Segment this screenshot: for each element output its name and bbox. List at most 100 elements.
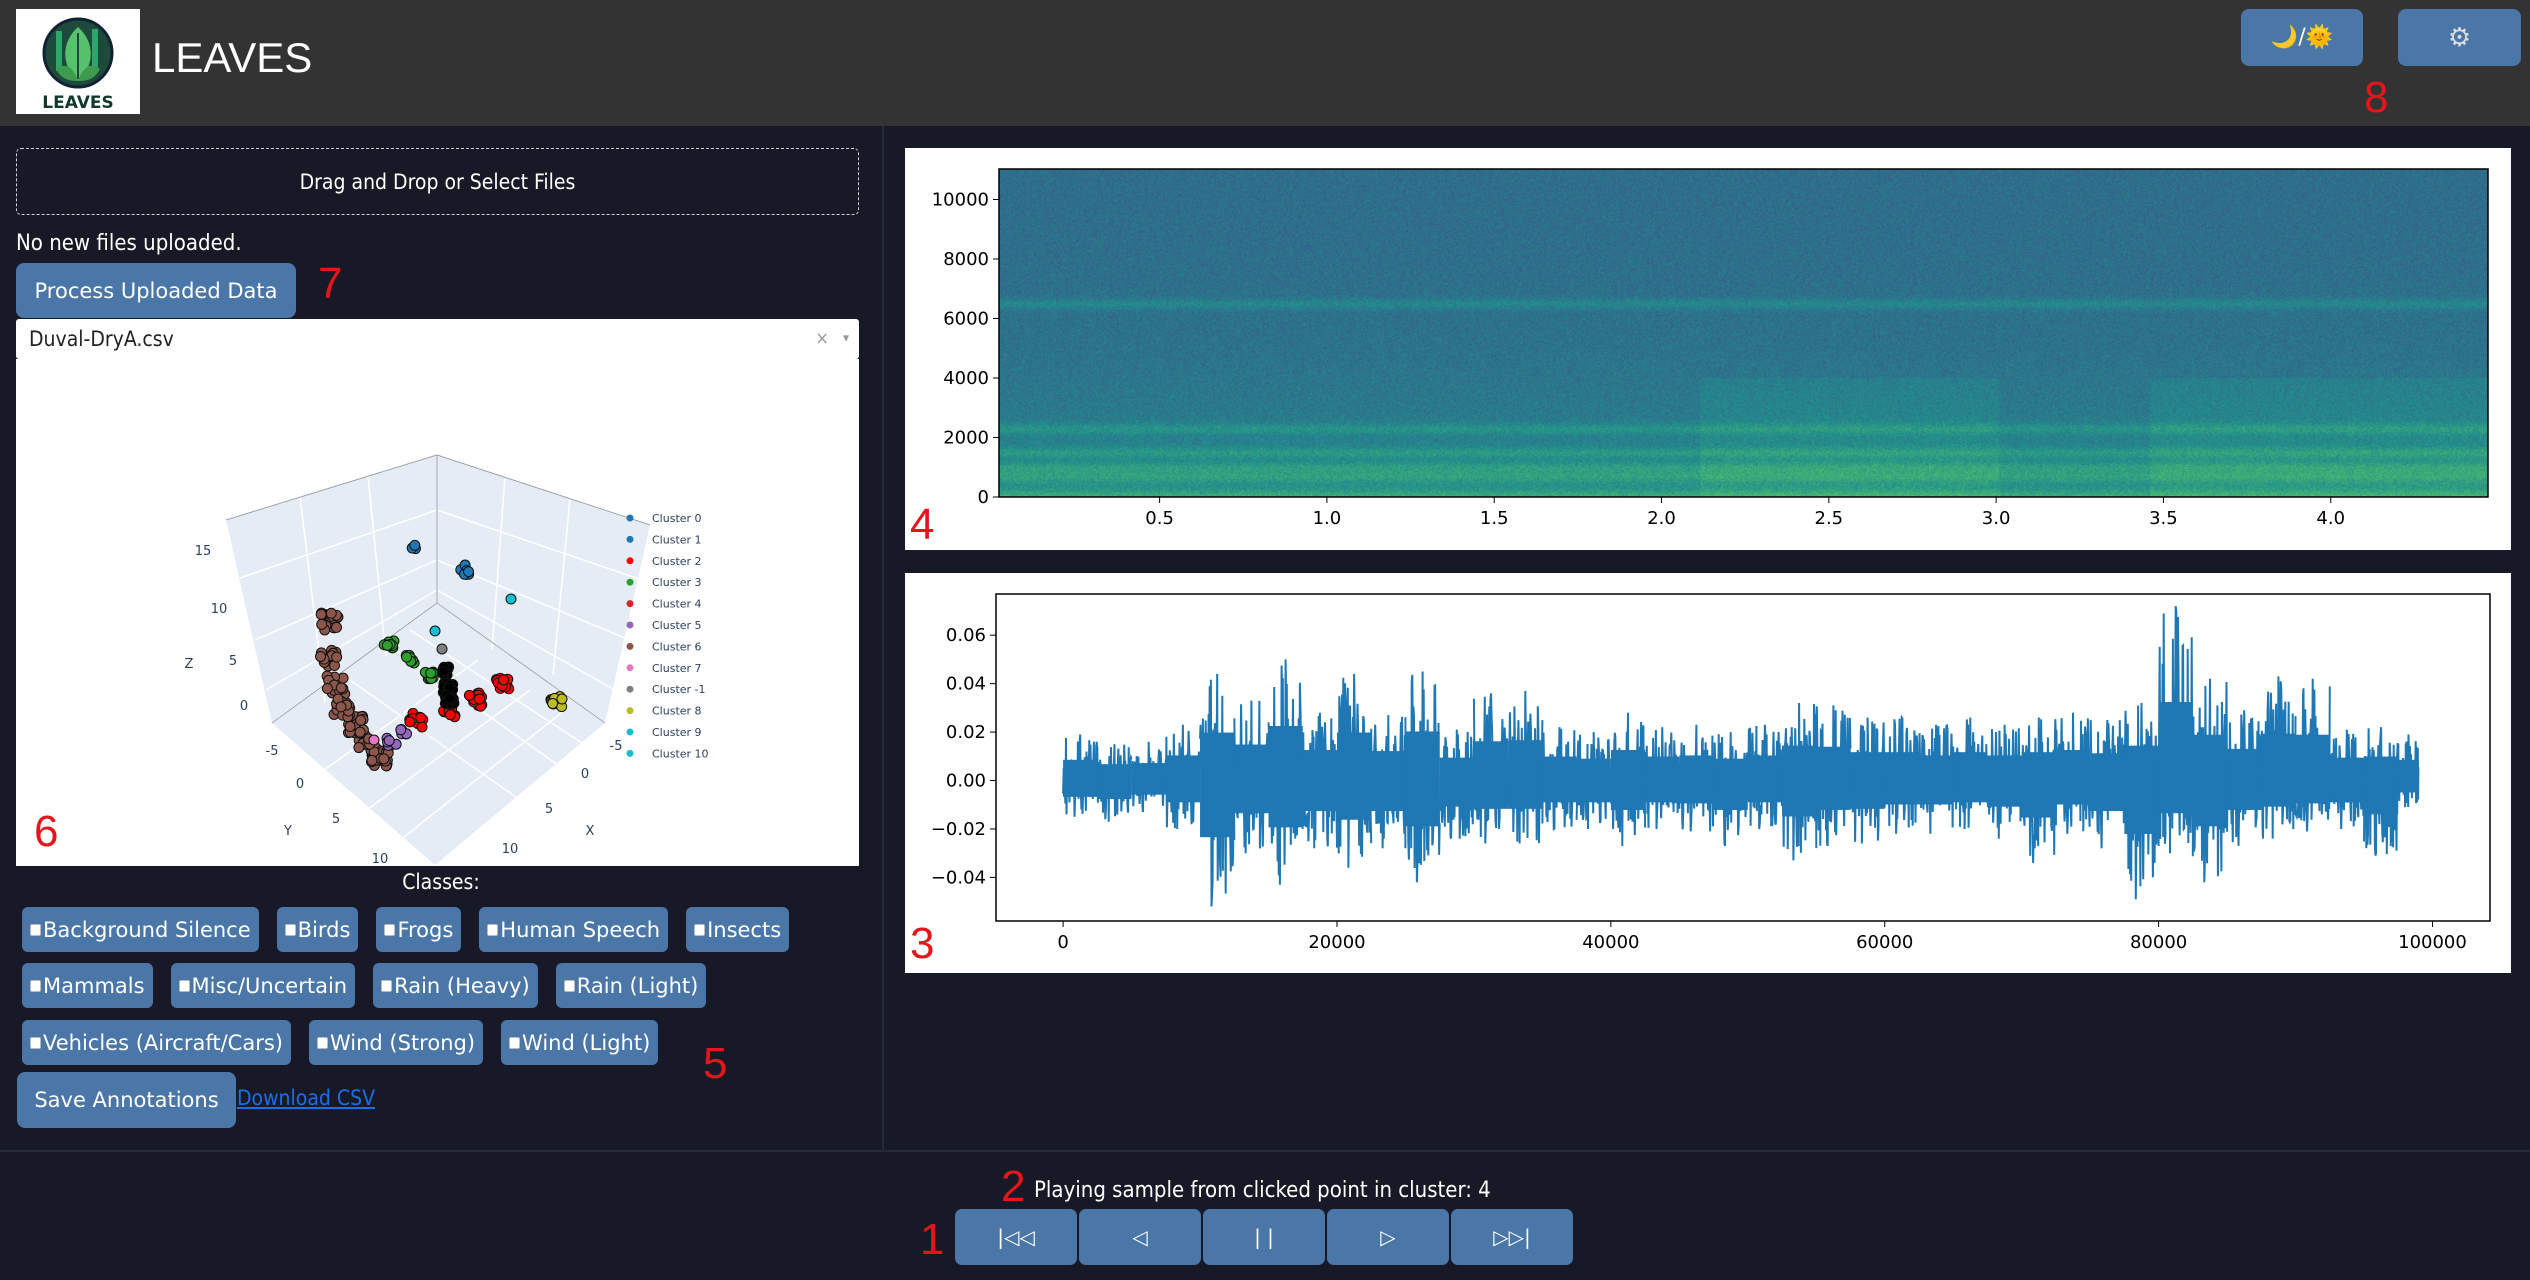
x-tick-label: 3.0 <box>1982 508 2011 529</box>
waveform-envelope-core <box>1336 732 1372 820</box>
class-row: Mammals Misc/Uncertain Rain (Heavy) Rain (L… <box>22 963 707 1008</box>
previous-button[interactable]: ◁ <box>1079 1209 1201 1265</box>
waveform-envelope-core <box>1473 741 1509 809</box>
waveform-envelope-core <box>2021 752 2056 818</box>
waveform-envelope-core <box>1576 758 1611 803</box>
x-tick-label: 20000 <box>1308 932 1365 953</box>
waveform-envelope-core <box>1884 752 1919 805</box>
legend-label: Cluster 3 <box>652 576 702 589</box>
checkbox[interactable] <box>384 923 396 936</box>
class-toggle-mammals[interactable]: Mammals <box>22 963 153 1008</box>
waveform-envelope-core <box>1097 764 1132 800</box>
checkbox[interactable] <box>316 1036 328 1049</box>
y-tick-label: −0.02 <box>931 819 986 840</box>
dataset-selected-value: Duval-DryA.csv <box>29 327 174 351</box>
play-button[interactable]: ▷ <box>1327 1209 1449 1265</box>
waveform-envelope-core <box>1918 755 1954 805</box>
dataset-dropdown[interactable]: Duval-DryA.csv × ▾ <box>16 319 859 359</box>
app-title: LEAVES <box>152 34 313 81</box>
waveform-panel: 0 20000 40000 60000 80000 100000 −0.04 −0.02 0.0… <box>905 573 2511 973</box>
class-toggle-wind-strong[interactable]: Wind (Strong) <box>308 1020 484 1065</box>
waveform-envelope-core <box>1200 732 1235 838</box>
class-label: Background Silence <box>43 917 251 942</box>
playback-status: Playing sample from clicked point in clu… <box>1034 1178 1491 1203</box>
download-csv-link[interactable]: Download CSV <box>237 1086 375 1110</box>
legend-marker <box>626 728 634 736</box>
scatter-point <box>383 735 395 747</box>
checkbox[interactable] <box>30 979 41 992</box>
checkbox[interactable] <box>509 1036 521 1049</box>
y-tick-label: 2000 <box>943 427 989 448</box>
class-toggle-rain-heavy[interactable]: Rain (Heavy) <box>373 963 538 1008</box>
waveform-envelope-core <box>1610 749 1646 810</box>
checkbox[interactable] <box>30 923 41 936</box>
class-toggle-wind-light[interactable]: Wind (Light) <box>501 1020 659 1065</box>
checkbox[interactable] <box>284 923 296 936</box>
scatter-point <box>368 734 380 746</box>
app-logo: LEAVES <box>16 9 140 114</box>
waveform-envelope-core <box>1645 756 1680 803</box>
checkbox[interactable] <box>563 979 575 992</box>
class-toggle-frogs[interactable]: Frogs <box>376 907 462 952</box>
skip-to-start-button[interactable]: |◁◁ <box>955 1209 1077 1265</box>
y-tick-label: 0.02 <box>946 722 986 743</box>
class-toggle-misc-uncertain[interactable]: Misc/Uncertain <box>170 963 356 1008</box>
legend-label: Cluster 2 <box>652 555 702 568</box>
waveform-envelope-core <box>1816 746 1851 810</box>
waveform-envelope-core <box>1439 757 1474 807</box>
checkbox[interactable] <box>30 1036 41 1049</box>
plot-frame <box>998 168 2489 498</box>
checkbox[interactable] <box>487 923 499 936</box>
scatter-point <box>473 693 485 705</box>
class-toggle-rain-light[interactable]: Rain (Light) <box>555 963 707 1008</box>
x-tick-label: 40000 <box>1582 932 1639 953</box>
upload-status: No new files uploaded. <box>16 231 242 256</box>
scatter-point <box>409 539 421 551</box>
theme-toggle-button[interactable]: 🌙/🌞 <box>2241 9 2363 66</box>
waveform-envelope-core <box>2364 756 2399 815</box>
scatter-point <box>498 674 510 686</box>
scatter-point <box>416 721 428 733</box>
clear-icon[interactable]: × <box>815 328 829 349</box>
annotation-marker-6: 6 <box>34 807 59 856</box>
class-toggle-human-speech[interactable]: Human Speech <box>479 907 669 952</box>
waveform-envelope-core <box>2398 759 2419 793</box>
file-upload-dropzone[interactable]: Drag and Drop or Select Files <box>16 148 859 215</box>
pause-button[interactable]: | | <box>1203 1209 1325 1265</box>
legend-marker <box>626 621 634 629</box>
skip-to-end-button[interactable]: ▷▷| <box>1451 1209 1573 1265</box>
waveform-envelope-core <box>2227 748 2262 810</box>
waveform-envelope-core <box>2192 734 2228 827</box>
class-toggle-insects[interactable]: Insects <box>686 907 790 952</box>
class-toggle-background-silence[interactable]: Background Silence <box>22 907 259 952</box>
cluster-3d-scatter-plot[interactable]: 0 5 10 15 -5 0 5 10 -5 0 5 10 Z Y X Cluster 0 Cluster 1 C… <box>16 359 859 866</box>
z-tick-label: 5 <box>229 654 237 669</box>
checkbox[interactable] <box>694 923 706 936</box>
annotation-marker-7: 7 <box>318 259 343 308</box>
settings-button[interactable]: ⚙ <box>2398 9 2521 66</box>
y-tick-label: 6000 <box>943 308 989 329</box>
z-tick-label: 15 <box>195 544 212 559</box>
y-tick-label: 0.06 <box>946 625 986 646</box>
chevron-down-icon[interactable]: ▾ <box>843 331 849 346</box>
process-uploaded-data-button[interactable]: Process Uploaded Data <box>16 263 296 318</box>
annotation-marker-1: 1 <box>920 1215 945 1264</box>
class-label: Insects <box>707 917 782 942</box>
save-annotations-button[interactable]: Save Annotations <box>17 1072 236 1128</box>
checkbox[interactable] <box>178 979 190 992</box>
class-toggle-vehicles-aircraft-cars[interactable]: Vehicles (Aircraft/Cars) <box>22 1020 291 1065</box>
spectrogram-panel: 0.5 1.0 1.5 2.0 2.5 3.0 3.5 4.0 0 2000 4000 6000 800… <box>905 148 2511 550</box>
waveform-envelope-core <box>1953 752 1988 803</box>
legend-marker <box>626 749 634 757</box>
class-label: Rain (Heavy) <box>394 973 530 998</box>
scatter-point <box>401 651 413 663</box>
waveform-envelope-core <box>1713 758 1748 810</box>
scatter-point <box>556 693 568 705</box>
x-tick-label: 0 <box>1057 932 1068 953</box>
class-toggle-birds[interactable]: Birds <box>276 907 359 952</box>
checkbox[interactable] <box>381 979 393 992</box>
waveform-envelope-core <box>1405 731 1440 827</box>
x-tick-label: 3.5 <box>2149 508 2178 529</box>
scatter-point <box>353 742 365 754</box>
legend-label: Cluster 1 <box>652 533 702 546</box>
